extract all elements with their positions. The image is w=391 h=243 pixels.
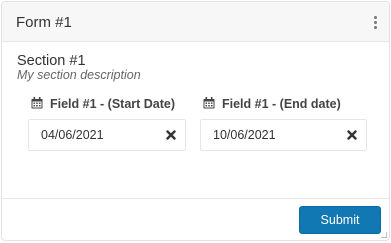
- end-date-label-text: Field #1 - (End date): [222, 97, 341, 111]
- submit-button[interactable]: Submit: [299, 206, 381, 234]
- start-date-input[interactable]: 04/06/2021: [28, 119, 186, 151]
- start-date-label-text: Field #1 - (Start Date): [50, 97, 176, 111]
- footer-divider: [2, 198, 389, 199]
- calendar-icon: [203, 97, 215, 109]
- start-date-value: 04/06/2021: [41, 128, 104, 142]
- end-date-label: Field #1 - (End date): [203, 97, 341, 112]
- form-card: Form #1 Section #1 My section descriptio…: [1, 1, 390, 241]
- section-title: Section #1: [17, 53, 86, 69]
- form-title: Form #1: [16, 14, 72, 31]
- end-date-value: 10/06/2021: [213, 128, 276, 142]
- start-date-label: Field #1 - (Start Date): [31, 97, 175, 112]
- resize-handle-icon[interactable]: [381, 232, 387, 238]
- form-header: Form #1: [2, 2, 389, 42]
- end-date-input[interactable]: 10/06/2021: [200, 119, 367, 151]
- section-description: My section description: [17, 68, 141, 82]
- calendar-icon: [31, 97, 43, 109]
- kebab-menu-icon[interactable]: [374, 16, 378, 30]
- clear-icon[interactable]: [347, 130, 357, 140]
- clear-icon[interactable]: [166, 130, 176, 140]
